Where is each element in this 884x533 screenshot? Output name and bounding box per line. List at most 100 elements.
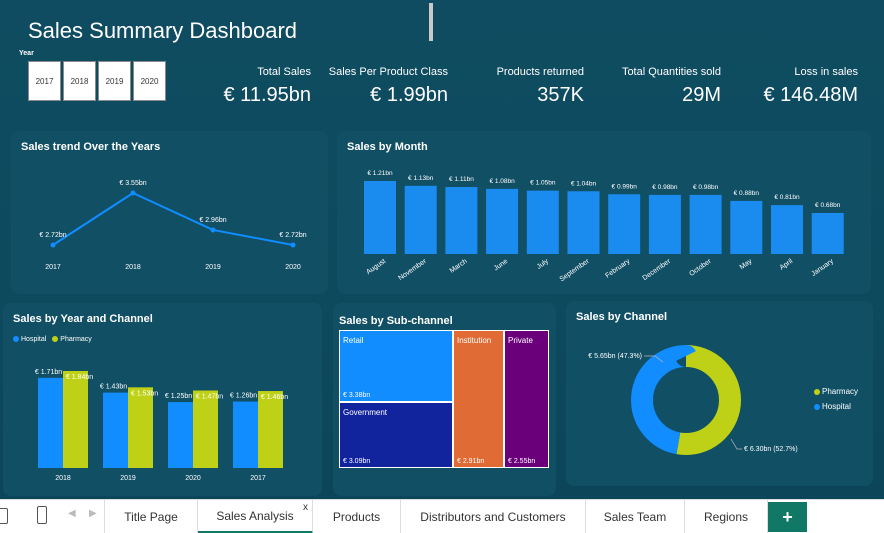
year-channel-data-label: € 1.25bn — [165, 393, 192, 400]
month-bar — [730, 200, 763, 254]
month-x-tick: March — [449, 258, 469, 275]
month-bar — [567, 191, 600, 254]
month-data-label: € 0.98bn — [652, 184, 678, 191]
year-channel-x-tick: 2020 — [185, 475, 201, 482]
page-title: Sales Summary Dashboard — [28, 18, 298, 43]
treemap-cell-government[interactable]: Government € 3.09bn — [339, 402, 453, 468]
legend-item-hospital[interactable]: Hospital — [814, 402, 851, 411]
year-channel-bar — [38, 377, 63, 468]
month-x-tick: May — [739, 258, 754, 272]
kpi-total-sales: Total Sales € 11.95bn — [224, 66, 312, 107]
legend-dot — [814, 388, 820, 395]
treemap-name: Government — [343, 408, 388, 417]
sales-trend-panel[interactable]: Sales trend Over the Years € 2.72bn 2017 €… — [11, 131, 328, 294]
sales-by-year-channel-chart: € 1.71bn € 1.84bn 2018 € 1.43bn € 1.53bn 2019… — [35, 369, 288, 482]
treemap-cell-institution[interactable]: Institution € 2.91bn — [453, 330, 504, 468]
tab-title-page[interactable]: Title Page — [104, 500, 198, 533]
kpi-label: Total Sales — [257, 66, 311, 78]
add-page-button[interactable]: + — [768, 502, 807, 532]
year-channel-x-tick: 2018 — [55, 475, 71, 482]
month-x-tick: November — [397, 258, 428, 283]
scroll-right-icon[interactable]: ▶ — [89, 508, 97, 519]
sales-by-subchannel-panel[interactable]: Sales by Sub-channel Retail € 3.38bn Gov… — [333, 303, 556, 496]
year-option-2018[interactable]: 2018 — [63, 61, 96, 101]
month-x-tick: August — [365, 258, 387, 276]
sales-by-channel-panel[interactable]: Sales by Channel € 5.65bn (47.3%) € 6.30b… — [566, 301, 873, 486]
month-data-label: € 1.08bn — [489, 178, 515, 185]
month-bar — [811, 212, 844, 254]
month-x-tick: October — [688, 258, 713, 278]
year-channel-data-label: € 1.71bn — [35, 369, 62, 376]
treemap-cell-retail[interactable]: Retail € 3.38bn — [339, 330, 453, 402]
divider-bar — [429, 3, 433, 41]
year-channel-x-tick: 2017 — [250, 475, 266, 482]
trend-data-label: € 2.72bn — [39, 232, 66, 239]
year-channel-data-label: € 1.84bn — [66, 374, 93, 381]
month-x-tick: December — [642, 258, 673, 283]
sales-by-month-panel[interactable]: Sales by Month € 1.21bn August € 1.13bn Nov… — [337, 131, 871, 294]
month-x-tick: September — [559, 258, 592, 284]
trend-data-label: € 2.72bn — [279, 232, 306, 239]
year-option-2019[interactable]: 2019 — [98, 61, 131, 101]
treemap-name: Retail — [343, 336, 364, 345]
kpi-label: Loss in sales — [794, 66, 858, 78]
trend-data-label: € 2.96bn — [199, 217, 226, 224]
month-data-label: € 0.68bn — [815, 202, 841, 209]
sales-by-year-channel-panel[interactable]: Sales by Year and Channel Hospital Pharm… — [3, 303, 322, 496]
treemap-value: € 2.91bn — [457, 458, 485, 465]
kpi-loss-in-sales: Loss in sales € 146.48M — [763, 66, 858, 107]
treemap-value: € 3.38bn — [343, 392, 371, 399]
month-x-tick: April — [779, 258, 795, 272]
scroll-left-icon[interactable]: ◀ — [68, 508, 76, 519]
channel-legend: Pharmacy Hospital — [814, 387, 858, 411]
month-bar — [404, 185, 437, 254]
tab-products[interactable]: Products — [313, 500, 401, 533]
legend-label: Pharmacy — [822, 387, 859, 396]
trend-point — [290, 242, 296, 248]
trend-x-tick: 2017 — [45, 264, 61, 271]
mobile-view-icon[interactable] — [37, 506, 47, 524]
month-bar — [445, 187, 478, 254]
year-channel-bar — [128, 387, 153, 468]
desktop-view-icon[interactable] — [0, 508, 8, 524]
donut-leader-line — [730, 438, 742, 450]
month-bar — [689, 194, 722, 254]
kpi-value: € 11.95bn — [223, 84, 312, 106]
year-option-2020[interactable]: 2020 — [133, 61, 166, 101]
kpi-value: 29M — [682, 84, 721, 106]
close-icon[interactable]: x — [303, 502, 308, 513]
trend-point — [50, 242, 56, 248]
year-channel-bar — [258, 391, 283, 468]
month-bar — [526, 190, 559, 254]
treemap-value: € 3.09bn — [343, 458, 371, 465]
tab-distributors-customers[interactable]: Distributors and Customers — [401, 500, 586, 533]
year-channel-data-label: € 1.53bn — [131, 390, 158, 397]
kpi-label: Products returned — [496, 66, 584, 78]
trend-data-label: € 3.55bn — [119, 180, 146, 187]
month-data-label: € 1.11bn — [449, 176, 474, 183]
treemap-cell-private[interactable]: Private € 2.55bn — [504, 330, 549, 468]
tab-regions[interactable]: Regions — [685, 500, 768, 533]
legend-label: Hospital — [822, 402, 851, 411]
month-x-tick: January — [810, 258, 835, 278]
sales-by-month-chart: € 1.21bn August € 1.13bn November € 1.11bn Ma… — [364, 170, 844, 284]
trend-x-tick: 2019 — [205, 264, 221, 271]
month-x-tick: July — [536, 258, 551, 271]
month-bar — [608, 194, 641, 254]
treemap-name: Institution — [457, 336, 492, 345]
legend-item-pharmacy[interactable]: Pharmacy — [814, 387, 858, 396]
tab-sales-analysis[interactable]: Sales Analysis x — [198, 500, 313, 533]
kpi-total-quantities: Total Quantities sold 29M — [622, 66, 721, 107]
kpi-products-returned: Products returned 357K — [497, 66, 584, 107]
year-option-2017[interactable]: 2017 — [28, 61, 61, 101]
treemap-value: € 2.55bn — [508, 458, 536, 465]
month-data-label: € 1.13bn — [408, 175, 434, 182]
legend-dot — [814, 403, 820, 410]
tab-sales-team[interactable]: Sales Team — [586, 500, 685, 533]
trend-x-tick: 2020 — [285, 264, 301, 271]
month-bar — [486, 188, 519, 254]
report-canvas: Sales Summary Dashboard Year 2017 2018 2… — [0, 0, 884, 499]
month-x-tick: February — [604, 258, 631, 280]
trend-x-tick: 2018 — [125, 264, 141, 271]
year-channel-bar — [233, 401, 258, 468]
